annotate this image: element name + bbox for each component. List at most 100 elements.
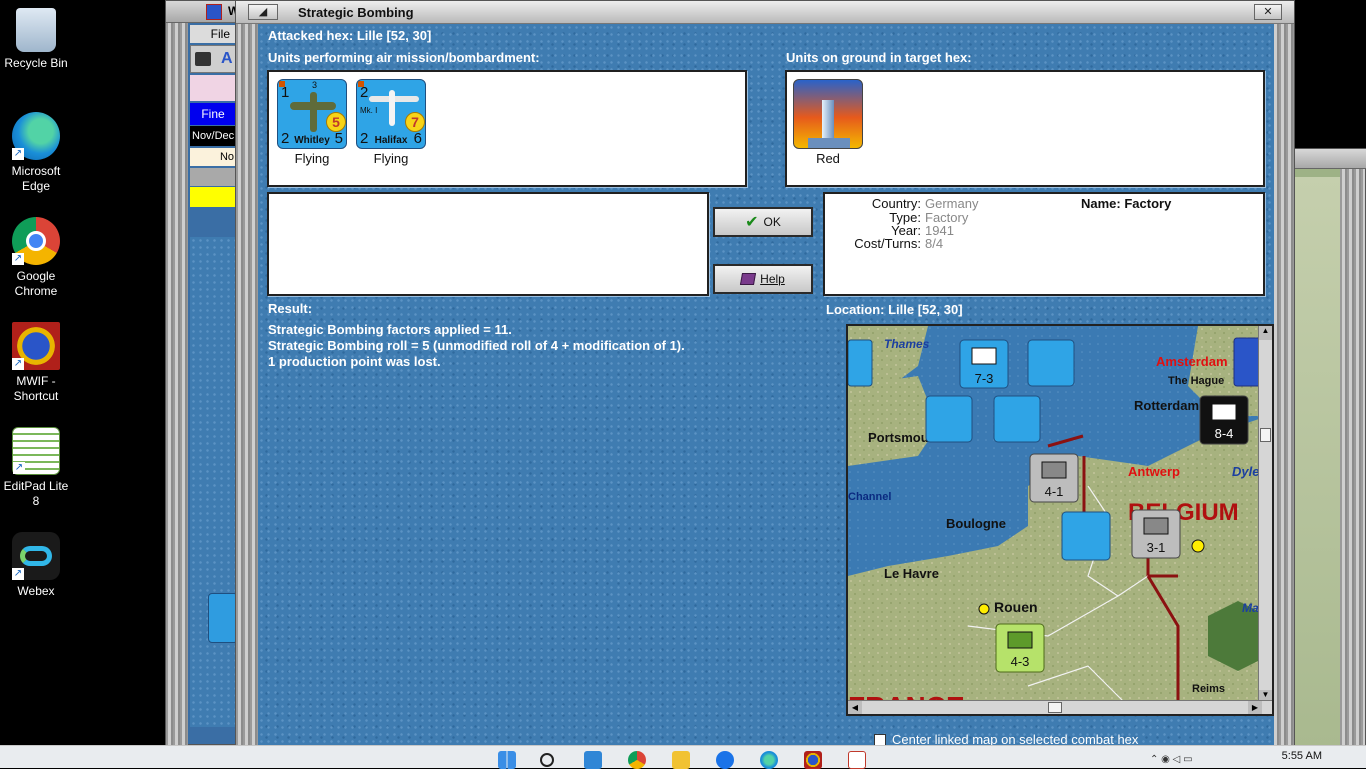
map-counter-partial[interactable] (848, 339, 873, 387)
dialog-left-rail (236, 24, 258, 746)
mwif-title-icon (206, 4, 222, 20)
close-icon: ✕ (1263, 6, 1273, 18)
bg-menu-file[interactable]: File (190, 25, 236, 43)
ok-button[interactable]: ✔ OK (713, 207, 813, 237)
help-taskbar-icon[interactable] (716, 751, 734, 769)
desktop-icon-edge[interactable]: ↗ Microsoft Edge (0, 112, 72, 194)
desktop-icon-chrome[interactable]: ↗ Google Chrome (0, 217, 72, 299)
counter-top-left: 1 (281, 84, 290, 101)
air-unit-whitley[interactable]: 1 3 5 2 Whitley 5 Flying (277, 79, 347, 166)
counter-top-mid: Mk. I (360, 106, 378, 115)
bg-yellow-block (190, 187, 236, 207)
factory-base (808, 138, 850, 148)
bg-right-map (1294, 177, 1342, 747)
unit-name: Red (816, 151, 840, 166)
desktop-icon-mwif[interactable]: ↗ MWIF - Shortcut (0, 322, 72, 404)
center-map-checkbox[interactable] (874, 733, 886, 746)
info-panel: Country: Germany Type: Factory Year: 1941 C… (823, 192, 1265, 296)
info-country: Country: Germany (871, 196, 979, 211)
map-label: Reims (1192, 683, 1225, 695)
map-counter[interactable]: 8-4 (1199, 395, 1249, 445)
strategic-bombing-dialog: ◢ Strategic Bombing ✕ Attacked hex: Lill… (235, 0, 1295, 747)
map-counter[interactable]: 4-3 (995, 623, 1045, 673)
location-label: Location: Lille [52, 30] (826, 302, 963, 317)
map-label: Amsterdam (1156, 354, 1228, 369)
bg-toolbar: A (190, 45, 236, 73)
ground-unit-factory[interactable]: Red (793, 79, 863, 166)
bg-toolbar-a-icon[interactable]: A (221, 50, 233, 68)
clock[interactable]: 5:55 AM (1282, 750, 1322, 762)
system-tray[interactable]: ⌃ ◉ ◁ ▭ (1150, 754, 1250, 766)
scroll-left-arrow[interactable]: ◀ (848, 701, 862, 714)
mwif-taskbar-icon[interactable] (804, 751, 822, 769)
background-window-right[interactable] (1293, 148, 1366, 747)
desktop-icon-recycle-bin[interactable]: Recycle Bin (0, 8, 72, 71)
desktop-icon-label: EditPad Lite 8 (3, 479, 69, 508)
map-counter[interactable]: 7-3 (959, 339, 1009, 389)
dialog-titlebar[interactable]: ◢ Strategic Bombing ✕ (236, 1, 1294, 24)
air-unit-halifax[interactable]: 2 Mk. I 7 2 Halifax 6 Flying (356, 79, 426, 166)
desktop-icon-label: Microsoft Edge (11, 164, 61, 193)
dialog-title: Strategic Bombing (298, 5, 414, 20)
map-counter-aircraft[interactable] (993, 395, 1041, 443)
map-counter-whitley[interactable] (1061, 511, 1111, 561)
location-map[interactable]: Thames Amsterdam The Hague Rotterdam Por… (846, 324, 1274, 716)
map-label: Antwerp (1128, 464, 1180, 479)
bg-toolbar-icon[interactable] (195, 52, 211, 66)
air-units-panel: 1 3 5 2 Whitley 5 Flying 2 Mk. I 7 2 Hal… (267, 70, 747, 187)
system-menu-button[interactable]: ◢ (248, 4, 278, 20)
map-counter-aircraft[interactable] (1027, 339, 1075, 387)
edge-taskbar-icon[interactable] (760, 751, 778, 769)
aircraft-fuselage (310, 92, 317, 132)
bombing-factor: 7 (405, 112, 425, 132)
map-label: The Hague (1168, 375, 1224, 387)
desktop-icon-editpad[interactable]: ↗ EditPad Lite 8 (0, 427, 72, 509)
edge-icon: ↗ (12, 112, 60, 160)
checkmark-icon: ✔ (745, 214, 759, 231)
factory-icon (793, 79, 863, 149)
desktop-icon-label: Webex (17, 584, 55, 598)
ground-units-panel: Red (785, 70, 1265, 187)
background-window-left[interactable]: W File A Fine Nov/Dec No (165, 0, 246, 746)
map-city-marker (1191, 539, 1205, 553)
info-name: Name: Factory (1081, 196, 1172, 211)
bg-mini-map (190, 75, 236, 101)
counter-bottom-right: 5 (334, 130, 343, 147)
chrome-taskbar-icon[interactable] (628, 751, 646, 769)
map-label: Rotterdam (1134, 398, 1199, 413)
scroll-thumb[interactable] (1260, 428, 1271, 442)
map-vertical-scrollbar[interactable]: ▲ ▼ (1258, 326, 1272, 704)
search-icon[interactable] (540, 753, 554, 767)
map-label: Rouen (994, 599, 1038, 615)
scroll-up-arrow[interactable]: ▲ (1259, 326, 1272, 340)
help-label: Help (760, 272, 785, 286)
result-line: 1 production point was lost. (268, 354, 441, 369)
scroll-right-arrow[interactable]: ▶ (1248, 701, 1262, 714)
result-label: Result: (268, 301, 313, 316)
webex-icon: ↗ (12, 532, 60, 580)
start-icon[interactable] (498, 751, 516, 769)
bg-grey-block (190, 168, 236, 186)
bg-right-titlebar (1294, 149, 1366, 169)
file-explorer-icon[interactable] (672, 751, 690, 769)
map-canvas: Thames Amsterdam The Hague Rotterdam Por… (848, 326, 1272, 714)
map-label: Dyle (1232, 464, 1259, 479)
ok-label: OK (763, 215, 781, 229)
task-view-icon[interactable] (584, 751, 602, 769)
map-counter-aircraft[interactable] (925, 395, 973, 443)
editpad-icon: ↗ (12, 427, 60, 475)
ground-units-label: Units on ground in target hex: (786, 50, 972, 65)
map-label: Channel (848, 491, 891, 503)
map-counter[interactable]: 3-1 (1131, 509, 1181, 559)
close-button[interactable]: ✕ (1254, 4, 1282, 20)
editpad-taskbar-icon[interactable] (848, 751, 866, 769)
help-button[interactable]: Help (713, 264, 813, 294)
map-horizontal-scrollbar[interactable]: ◀ ▶ (848, 700, 1272, 714)
scroll-thumb[interactable] (1048, 702, 1062, 713)
map-counter[interactable]: 4-1 (1029, 453, 1079, 503)
result-line: Strategic Bombing factors applied = 11. (268, 322, 512, 337)
taskbar: ⌃ ◉ ◁ ▭ 5:55 AM (0, 745, 1366, 769)
svg-text:8-4: 8-4 (1215, 426, 1234, 441)
desktop-icon-webex[interactable]: ↗ Webex (0, 532, 72, 599)
help-book-icon (740, 273, 757, 285)
